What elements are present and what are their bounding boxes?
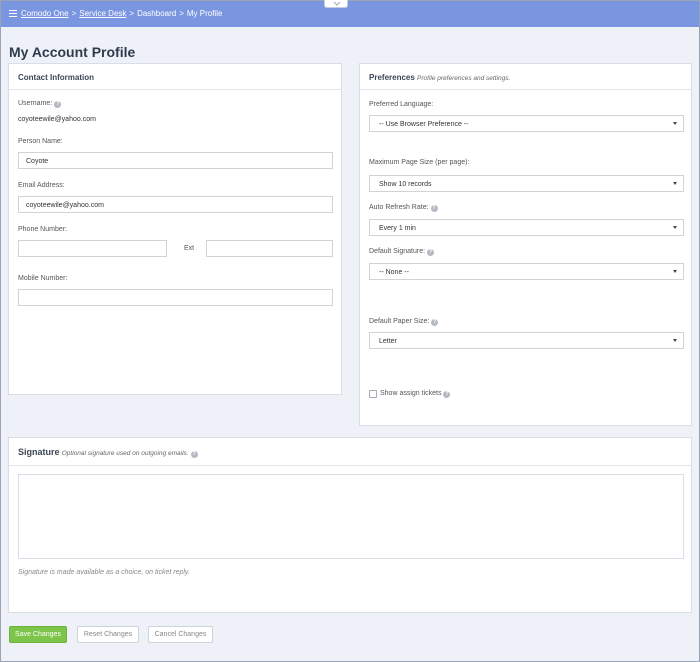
signature-subheading: Optional signature used on outgoing emai…: [61, 450, 189, 457]
language-select[interactable]: -- Use Browser Preference --: [369, 115, 684, 132]
signature-hint: Signature is made available as a choice,…: [18, 569, 190, 576]
save-changes-button[interactable]: Save Changes: [9, 626, 67, 643]
ext-input[interactable]: [206, 240, 333, 257]
signature-panel: Signature Optional signature used on out…: [8, 437, 692, 613]
breadcrumb-link-service-desk[interactable]: Service Desk: [79, 9, 126, 18]
contact-information-panel: Contact Information Username:? coyoteewi…: [8, 63, 342, 395]
username-label: Username:?: [18, 100, 62, 108]
show-assign-tickets-text: Show assign tickets: [380, 390, 442, 397]
username-value: coyoteewile@yahoo.com: [18, 116, 96, 123]
refresh-rate-label: Auto Refresh Rate:?: [369, 204, 438, 212]
caret-down-icon: [673, 339, 677, 342]
mobile-label: Mobile Number:: [18, 275, 68, 282]
caret-down-icon: [673, 122, 677, 125]
panel-heading: Preferences Profile preferences and sett…: [360, 64, 691, 90]
breadcrumb-separator: >: [71, 9, 77, 18]
show-assign-tickets-checkbox[interactable]: [369, 390, 377, 398]
panel-heading: Signature Optional signature used on out…: [9, 438, 691, 466]
page-size-value: Show 10 records: [379, 181, 432, 188]
preferences-heading: Preferences: [369, 73, 415, 82]
refresh-rate-select[interactable]: Every 1 min: [369, 219, 684, 236]
ext-label: Ext: [184, 245, 195, 252]
question-circle-icon[interactable]: ?: [430, 205, 438, 212]
phone-input[interactable]: [18, 240, 167, 257]
collapse-toggle[interactable]: [324, 0, 348, 8]
signature-textarea[interactable]: [18, 474, 684, 559]
chevron-down-icon: [333, 1, 341, 6]
panel-heading: Contact Information: [9, 64, 341, 90]
breadcrumb: Comodo One > Service Desk > Dashboard > My Pro…: [21, 9, 222, 18]
hamburger-icon[interactable]: [9, 10, 17, 17]
breadcrumb-separator: >: [129, 9, 135, 18]
show-assign-tickets-label: Show assign tickets?: [380, 390, 451, 398]
mobile-input[interactable]: [18, 289, 333, 306]
phone-label: Phone Number:: [18, 226, 68, 233]
breadcrumb-dashboard: Dashboard: [137, 9, 177, 18]
preferences-subheading: Profile preferences and settings.: [417, 75, 511, 82]
question-circle-icon[interactable]: ?: [54, 101, 62, 108]
page-size-select[interactable]: Show 10 records: [369, 175, 684, 192]
language-label: Preferred Language:: [369, 101, 434, 108]
email-label: Email Address:: [18, 182, 65, 189]
question-circle-icon[interactable]: ?: [427, 249, 435, 256]
breadcrumb-separator: >: [179, 9, 184, 18]
refresh-rate-value: Every 1 min: [379, 225, 416, 232]
refresh-rate-label-text: Auto Refresh Rate:: [369, 204, 429, 211]
person-name-input[interactable]: Coyote: [18, 152, 333, 169]
default-signature-value: -- None --: [379, 269, 409, 276]
email-input[interactable]: coyoteewile@yahoo.com: [18, 196, 333, 213]
page-title: My Account Profile: [9, 44, 136, 60]
paper-size-label-text: Default Paper Size:: [369, 318, 430, 325]
question-circle-icon[interactable]: ?: [190, 451, 198, 458]
breadcrumb-current: My Profile: [186, 9, 223, 18]
question-circle-icon[interactable]: ?: [443, 391, 451, 398]
default-signature-label-text: Default Signature:: [369, 248, 426, 255]
username-label-text: Username:: [18, 100, 53, 107]
preferences-panel: Preferences Profile preferences and sett…: [359, 63, 692, 426]
default-signature-select[interactable]: -- None --: [369, 263, 684, 280]
question-circle-icon[interactable]: ?: [431, 319, 439, 326]
reset-changes-button[interactable]: Reset Changes: [77, 626, 139, 643]
paper-size-label: Default Paper Size:?: [369, 318, 439, 326]
caret-down-icon: [673, 226, 677, 229]
language-value: -- Use Browser Preference --: [379, 121, 469, 128]
default-signature-label: Default Signature:?: [369, 248, 435, 256]
caret-down-icon: [673, 270, 677, 273]
signature-heading: Signature: [18, 447, 60, 457]
paper-size-select[interactable]: Letter: [369, 332, 684, 349]
person-name-label: Person Name:: [18, 138, 63, 145]
paper-size-value: Letter: [379, 338, 397, 345]
contact-heading: Contact Information: [18, 73, 94, 82]
cancel-changes-button[interactable]: Cancel Changes: [148, 626, 213, 643]
breadcrumb-link-comodo-one[interactable]: Comodo One: [21, 9, 69, 18]
top-bar: Comodo One > Service Desk > Dashboard > My Pro…: [1, 1, 699, 27]
page-size-label: Maximum Page Size (per page):: [369, 159, 470, 166]
caret-down-icon: [673, 182, 677, 185]
